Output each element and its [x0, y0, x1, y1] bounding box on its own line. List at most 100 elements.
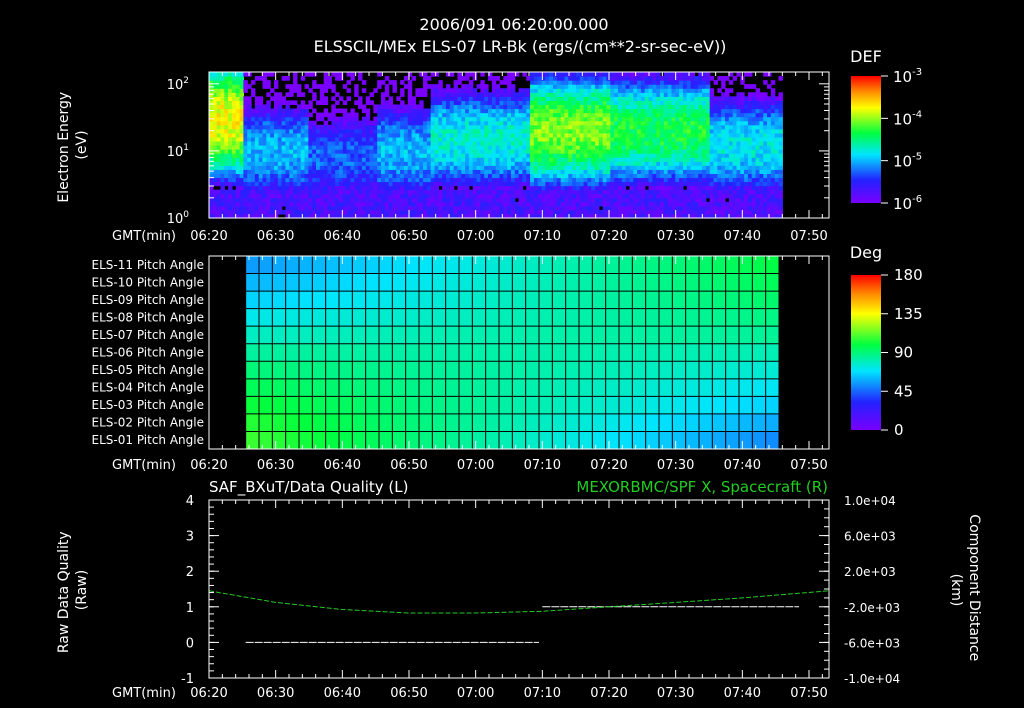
spectrogram-cell: [377, 173, 382, 179]
spectrogram-cell: [675, 205, 680, 211]
spectrogram-cell: [434, 193, 439, 199]
spectrogram-cell: [499, 128, 504, 134]
spectrogram-cell: [392, 165, 397, 170]
spectrogram-cell: [281, 128, 287, 134]
spectrogram-cell: [346, 80, 352, 85]
spectrogram-cell: [751, 193, 757, 199]
spectrogram-cell: [533, 84, 539, 89]
spectrogram-cell: [354, 185, 359, 191]
spectrogram-cell: [648, 120, 653, 126]
spectrogram-cell: [549, 124, 554, 130]
spectrogram-cell: [633, 185, 638, 191]
spectrogram-cell: [296, 116, 302, 122]
spectrogram-cell: [235, 157, 241, 162]
spectrogram-cell: [617, 140, 623, 146]
spectrogram-cell: [744, 140, 749, 146]
spectrogram-cell: [537, 140, 543, 146]
spectrogram-cell: [388, 136, 394, 142]
spectrogram-cell: [610, 189, 615, 195]
spectrogram-cell: [488, 112, 493, 118]
spectrogram-cell: [583, 124, 588, 130]
spectrogram-cell: [679, 80, 684, 85]
spectrogram-cell: [484, 136, 489, 142]
spectrogram-cell: [216, 100, 222, 106]
spectrogram-cell: [491, 205, 497, 211]
spectrogram-cell: [541, 108, 546, 114]
spectrogram-cell: [549, 100, 554, 106]
spectrogram-cell: [411, 193, 416, 199]
spectrogram-cell: [308, 197, 313, 203]
spectrogram-cell: [518, 201, 524, 207]
spectrogram-cell: [235, 72, 241, 77]
spectrogram-cell: [560, 132, 566, 138]
spectrogram-cell: [709, 128, 715, 134]
spectrogram-cell: [679, 72, 684, 77]
spectrogram-cell: [377, 132, 382, 138]
spectrogram-cell: [598, 173, 604, 179]
spectrogram-cell: [507, 92, 512, 97]
spectrogram-cell: [342, 116, 348, 122]
spectrogram-cell: [514, 96, 520, 101]
spectrogram-cell: [442, 100, 447, 106]
spectrogram-cell: [415, 169, 420, 174]
spectrogram-cell: [725, 201, 730, 207]
spectrogram-cell: [358, 132, 363, 138]
spectrogram-cell: [224, 153, 229, 158]
spectrogram-cell: [403, 193, 409, 199]
spectrogram-cell: [300, 209, 306, 215]
spectrogram-cell: [411, 169, 416, 174]
spectrogram-cell: [472, 161, 478, 166]
spectrogram-cell: [667, 177, 673, 183]
spectrogram-cell: [300, 181, 306, 187]
spectrogram-cell: [285, 205, 290, 211]
spectrogram-cell: [281, 120, 287, 126]
spectrogram-cell: [640, 185, 646, 191]
spectrogram-cell: [526, 173, 531, 179]
spectrogram-cell: [614, 177, 619, 183]
spectrogram-cell: [595, 116, 600, 122]
spectrogram-cell: [770, 197, 776, 203]
spectrogram-cell: [530, 100, 535, 106]
spectrogram-cell: [575, 124, 581, 130]
spectrogram-cell: [430, 92, 436, 97]
spectrogram-cell: [640, 149, 646, 154]
spectrogram-cell: [377, 189, 382, 195]
spectrogram-cell: [423, 108, 428, 114]
spectrogram-cell: [472, 104, 478, 110]
spectrogram-cell: [572, 181, 577, 187]
spectrogram-cell: [358, 177, 363, 183]
spectrogram-cell: [759, 132, 764, 138]
spectrogram-cell: [652, 157, 657, 162]
spectrogram-cell: [331, 201, 336, 207]
spectrogram-cell: [503, 177, 508, 183]
spectrogram-cell: [209, 124, 214, 130]
spectrogram-cell: [560, 128, 566, 134]
spectrogram-cell: [698, 88, 703, 93]
spectrogram-cell: [728, 185, 734, 191]
spectrogram-cell: [396, 193, 401, 199]
spectrogram-cell: [679, 201, 684, 207]
spectrogram-cell: [285, 136, 290, 142]
spectrogram-cell: [484, 124, 489, 130]
spectrogram-cell: [728, 197, 734, 203]
spectrogram-cell: [281, 136, 287, 142]
spectrogram-cell: [533, 161, 539, 166]
spectrogram-cell: [419, 165, 424, 170]
spectrogram-cell: [270, 72, 275, 77]
spectrogram-cell: [411, 205, 416, 211]
spectrogram-cell: [621, 124, 627, 130]
spectrogram-cell: [740, 92, 745, 97]
spectrogram-cell: [747, 201, 753, 207]
spectrogram-cell: [465, 157, 470, 162]
spectrogram-cell: [293, 124, 298, 130]
spectrogram-cell: [533, 92, 539, 97]
spectrogram-cell: [499, 185, 504, 191]
spectrogram-cell: [281, 108, 287, 114]
spectrogram-cell: [614, 104, 619, 110]
spectrogram-cell: [285, 92, 290, 97]
spectrogram-cell: [285, 169, 290, 174]
spectrogram-cell: [595, 96, 600, 101]
spectrogram-cell: [491, 197, 497, 203]
spectrogram-cell: [553, 100, 558, 106]
spectrogram-cell: [338, 201, 344, 207]
